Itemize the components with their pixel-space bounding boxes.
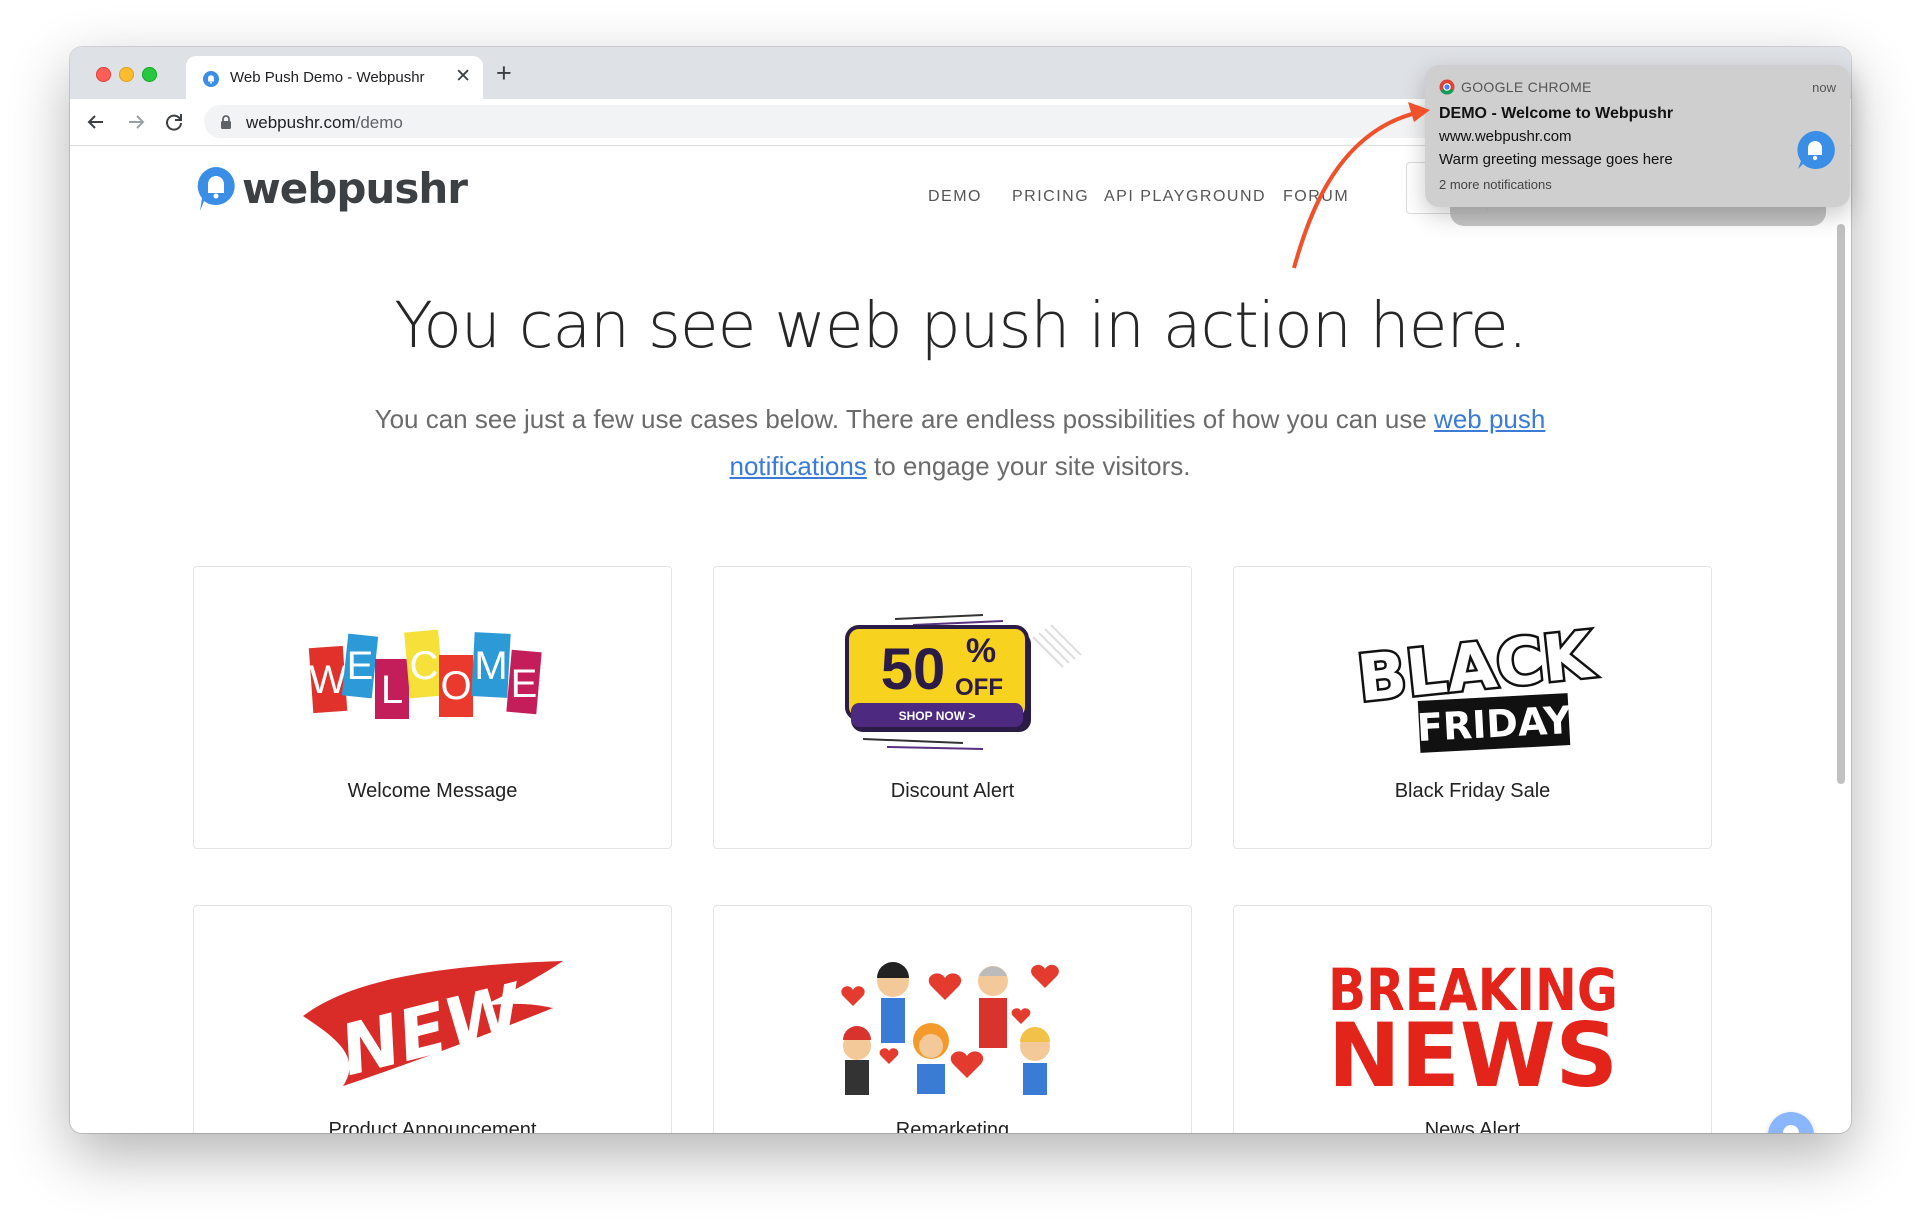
welcome-illustration: W E L C O M E [308, 629, 542, 719]
nav-demo[interactable]: DEMO [928, 188, 982, 206]
discount-percent-text: % [965, 632, 995, 670]
card-label: Black Friday Sale [1394, 780, 1551, 802]
webpushr-favicon-icon [203, 71, 219, 87]
new-tab-button[interactable]: + [496, 57, 512, 89]
news-text: NEWS [1328, 1004, 1618, 1106]
card-label: Product Announcement [328, 1119, 537, 1133]
chrome-icon [1439, 79, 1455, 95]
notification-more-count[interactable]: 2 more notifications [1439, 177, 1552, 192]
discount-shop-now-text: SHOP NOW > [898, 709, 975, 723]
welcome-letter-w: W [309, 658, 347, 702]
discount-fifty-text: 50 [880, 637, 945, 702]
forward-icon[interactable] [122, 108, 150, 136]
maximize-window-button[interactable] [142, 67, 157, 82]
black-friday-illustration: BLACK BLACK FRIDAY [1351, 616, 1601, 753]
logo-wordmark: webpushr [242, 164, 468, 213]
subtitle-text-end: to engage your site visitors. [866, 451, 1191, 481]
card-discount-alert[interactable]: 50 % OFF SHOP NOW > Discount Alert [713, 566, 1192, 849]
remarketing-illustration [840, 962, 1059, 1095]
welcome-letter-e: E [346, 644, 373, 688]
card-black-friday-sale[interactable]: BLACK BLACK FRIDAY Black Friday Sale [1233, 566, 1712, 849]
card-label: News Alert [1424, 1119, 1521, 1133]
notification-time: now [1812, 80, 1836, 95]
notification-message: Warm greeting message goes here [1439, 151, 1673, 168]
url-text: webpushr.com/demo [246, 113, 403, 132]
breaking-news-illustration: BREAKING NEWS [1328, 956, 1618, 1106]
page-headline: You can see web push in action here. [394, 289, 1528, 362]
nav-api-playground[interactable]: API PLAYGROUND [1104, 188, 1266, 206]
welcome-letter-o: O [440, 664, 471, 708]
tab-close-icon[interactable]: ✕ [455, 65, 471, 89]
discount-illustration: 50 % OFF SHOP NOW > [844, 614, 1082, 750]
notification-site: www.webpushr.com [1439, 128, 1572, 145]
page-scrollbar[interactable] [1837, 224, 1845, 784]
annotation-arrow [1292, 102, 1430, 269]
lock-icon[interactable] [220, 115, 232, 129]
discount-off-text: OFF [955, 674, 1003, 701]
welcome-letter-e2: E [510, 662, 537, 706]
reload-icon[interactable] [160, 108, 188, 136]
card-remarketing[interactable]: Remarketing [713, 905, 1192, 1133]
black-friday-friday-text: FRIDAY [1415, 698, 1572, 750]
page-content: webpushr DEMO PRICING API PLAYGROUND FOR… [70, 146, 1851, 1133]
tab-active[interactable]: Web Push Demo - Webpushr ✕ [186, 56, 483, 99]
welcome-letter-l: L [380, 668, 402, 712]
webpushr-bell-icon [1797, 130, 1835, 169]
card-welcome-message[interactable]: W E L C O M E Welcome Message [193, 566, 672, 849]
new-illustration: NEW [302, 961, 563, 1092]
card-label: Discount Alert [890, 780, 1015, 802]
bell-icon [1783, 1125, 1799, 1133]
tab-title: Web Push Demo - Webpushr [230, 69, 425, 86]
subtitle-text-start: You can see just a few use cases below. … [374, 404, 1435, 434]
webpushr-logo-icon [197, 167, 235, 211]
welcome-letter-m: M [474, 644, 507, 688]
page-subtitle: You can see just a few use cases below. … [340, 396, 1580, 490]
nav-pricing[interactable]: PRICING [1012, 188, 1089, 206]
card-label: Remarketing [895, 1119, 1010, 1133]
notification-bell-button[interactable] [1768, 1112, 1814, 1133]
card-label: Welcome Message [347, 780, 518, 802]
card-product-announcement[interactable]: NEW Product Announcement [193, 905, 672, 1133]
back-icon[interactable] [82, 108, 110, 136]
chrome-notification[interactable]: GOOGLE CHROME now DEMO - Welcome to Webp… [1425, 65, 1850, 207]
card-news-alert[interactable]: BREAKING NEWS News Alert [1233, 905, 1712, 1133]
welcome-letter-c: C [409, 644, 438, 688]
close-window-button[interactable] [96, 67, 111, 82]
notification-app-name: GOOGLE CHROME [1461, 79, 1592, 95]
notification-title: DEMO - Welcome to Webpushr [1439, 105, 1674, 122]
minimize-window-button[interactable] [119, 67, 134, 82]
